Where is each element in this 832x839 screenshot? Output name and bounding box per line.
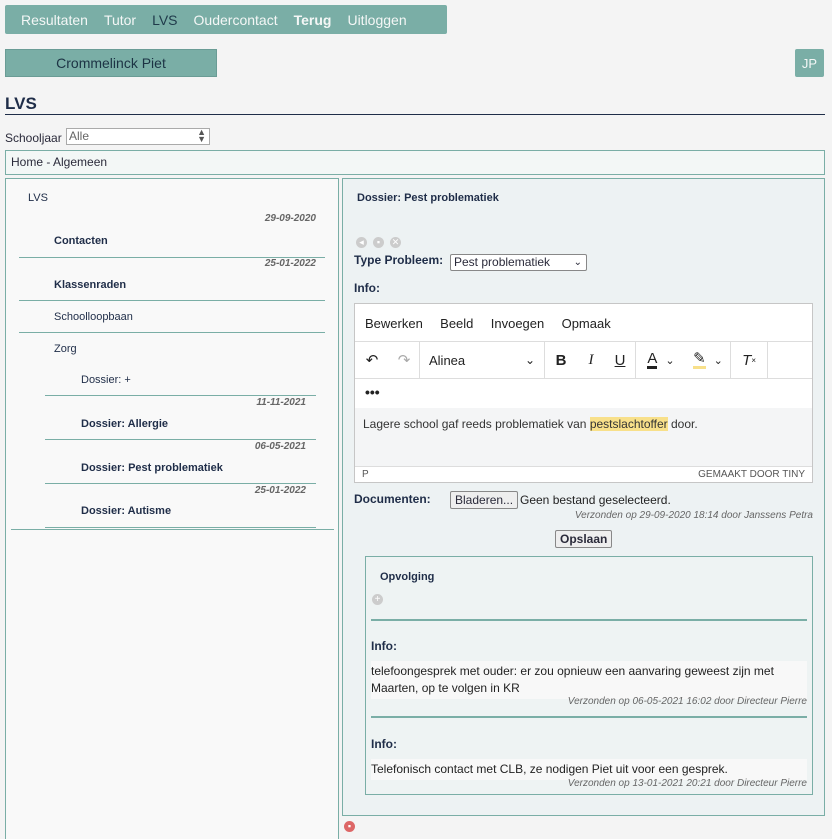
tree-item-schoolloopbaan[interactable]: Schoolloopbaan [54, 311, 133, 323]
student-button[interactable]: Crommelinck Piet [5, 49, 217, 77]
tree-item-pest[interactable]: Dossier: Pest problematiek [81, 462, 223, 474]
note-label: Info: [371, 737, 397, 751]
menu-opmaak[interactable]: Opmaak [562, 316, 611, 331]
divider [371, 716, 807, 718]
more-icon[interactable]: ••• [365, 380, 380, 404]
print-icon[interactable]: ▪ [373, 237, 384, 248]
no-file-text: Geen bestand geselecteerd. [520, 493, 671, 507]
nav-resultaten[interactable]: Resultaten [5, 12, 88, 28]
divider [11, 529, 334, 530]
schooljaar-label: Schooljaar [5, 131, 62, 145]
schooljaar-select[interactable]: Alle ▲ ▼ [66, 128, 210, 145]
tiny-brand[interactable]: GEMAAKT DOOR TINY [698, 469, 805, 480]
schooljaar-value: Alle [69, 129, 90, 143]
note-sent: Verzonden op 06-05-2021 16:02 door Direc… [567, 696, 807, 707]
tree-date: 29-09-2020 [264, 213, 316, 224]
nav-oudercontact[interactable]: Oudercontact [178, 12, 278, 28]
top-nav: Resultaten Tutor LVS Oudercontact Terug … [5, 5, 447, 34]
type-label: Type Probleem: [354, 253, 444, 267]
tree-panel [5, 178, 339, 839]
nav-uitloggen[interactable]: Uitloggen [331, 12, 406, 28]
rich-text-editor[interactable]: Bewerken Beeld Invoegen Opmaak ↶ ↷ Aline… [354, 303, 813, 483]
divider [19, 332, 325, 333]
page-title: LVS [5, 94, 37, 113]
tree-date: 06-05-2021 [254, 441, 306, 452]
italic-icon[interactable]: I [577, 342, 605, 378]
tree-date: 11-11-2021 [256, 397, 306, 408]
save-button[interactable]: Opslaan [555, 530, 613, 548]
dossier-header: Dossier: Pest problematiek [357, 192, 499, 204]
tree-item-autisme[interactable]: Dossier: Autisme [81, 505, 171, 517]
type-value: Pest problematiek [454, 255, 551, 269]
menu-invoegen[interactable]: Invoegen [491, 316, 545, 331]
underline-icon[interactable]: U [605, 342, 635, 378]
divider [45, 439, 316, 440]
tree-item-klassenraden[interactable]: Klassenraden [54, 279, 126, 291]
divider [19, 300, 325, 301]
undo-icon[interactable]: ↶ [355, 342, 389, 378]
avatar[interactable]: JP [795, 49, 824, 77]
pdf-icon[interactable]: ▪ [344, 821, 355, 832]
redo-icon[interactable]: ↷ [389, 342, 419, 378]
menu-bewerken[interactable]: Bewerken [365, 316, 423, 331]
opvolging-panel: Opvolging + Info: telefoongesprek met ou… [365, 556, 813, 795]
tree-root[interactable]: LVS [28, 192, 48, 204]
note-label: Info: [371, 639, 397, 653]
tree-date: 25-01-2022 [254, 485, 306, 496]
menu-beeld[interactable]: Beeld [440, 316, 473, 331]
title-divider [5, 114, 825, 115]
editor-content[interactable]: Lagere school gaf reeds problematiek van… [355, 408, 812, 466]
editor-toolbar: ↶ ↷ Alinea ⌄ B I U A ⌄ ✎ ⌄ T × [355, 341, 812, 379]
tree-date: 25-01-2022 [264, 258, 316, 269]
tree-item-dossier-new[interactable]: Dossier: + [81, 374, 131, 386]
editor-text: Lagere school gaf reeds problematiek van [363, 417, 590, 431]
bold-icon[interactable]: B [545, 342, 577, 378]
note-text: Telefonisch contact met CLB, ze nodigen … [371, 759, 807, 780]
divider [45, 395, 316, 396]
text-color-icon[interactable]: A ⌄ [636, 342, 686, 378]
chevron-down-icon: ⌄ [573, 257, 582, 268]
divider [45, 483, 316, 484]
nav-terug[interactable]: Terug [278, 12, 332, 28]
editor-statusbar: P GEMAAKT DOOR TINY [355, 466, 812, 482]
add-icon[interactable]: + [372, 594, 383, 605]
tree-item-zorg[interactable]: Zorg [54, 343, 77, 355]
divider [45, 527, 316, 528]
divider [371, 619, 807, 621]
spinner-icon[interactable]: ▲ ▼ [197, 128, 206, 144]
highlight-icon[interactable]: ✎ ⌄ [686, 342, 730, 378]
clear-format-icon[interactable]: T × [731, 342, 767, 378]
element-path[interactable]: P [362, 469, 369, 480]
format-value: Alinea [429, 352, 466, 368]
format-select[interactable]: Alinea ⌄ [420, 342, 544, 378]
opvolging-title: Opvolging [380, 571, 435, 583]
close-icon[interactable]: ✕ [390, 237, 401, 248]
note-sent: Verzonden op 13-01-2021 20:21 door Direc… [567, 778, 807, 789]
nav-lvs[interactable]: LVS [136, 12, 177, 28]
documents-label: Documenten: [354, 492, 431, 506]
back-icon[interactable]: ◂ [356, 237, 367, 248]
highlighted-text: pestslachtoffer [589, 417, 668, 431]
editor-menubar: Bewerken Beeld Invoegen Opmaak [365, 316, 625, 331]
editor-text: door. [667, 417, 698, 431]
chevron-down-icon: ⌄ [524, 353, 535, 367]
tree-item-allergie[interactable]: Dossier: Allergie [81, 418, 168, 430]
note-text: telefoongesprek met ouder: er zou opnieu… [371, 661, 807, 699]
nav-tutor[interactable]: Tutor [88, 12, 136, 28]
tree-item-contacten[interactable]: Contacten [54, 235, 108, 247]
info-label: Info: [354, 281, 380, 295]
browse-button[interactable]: Bladeren... [450, 491, 519, 509]
type-select[interactable]: Pest problematiek ⌄ [450, 254, 587, 271]
breadcrumb[interactable]: Home - Algemeen [5, 150, 825, 175]
divider [767, 342, 768, 378]
sent-info: Verzonden op 29-09-2020 18:14 door Janss… [574, 510, 813, 521]
